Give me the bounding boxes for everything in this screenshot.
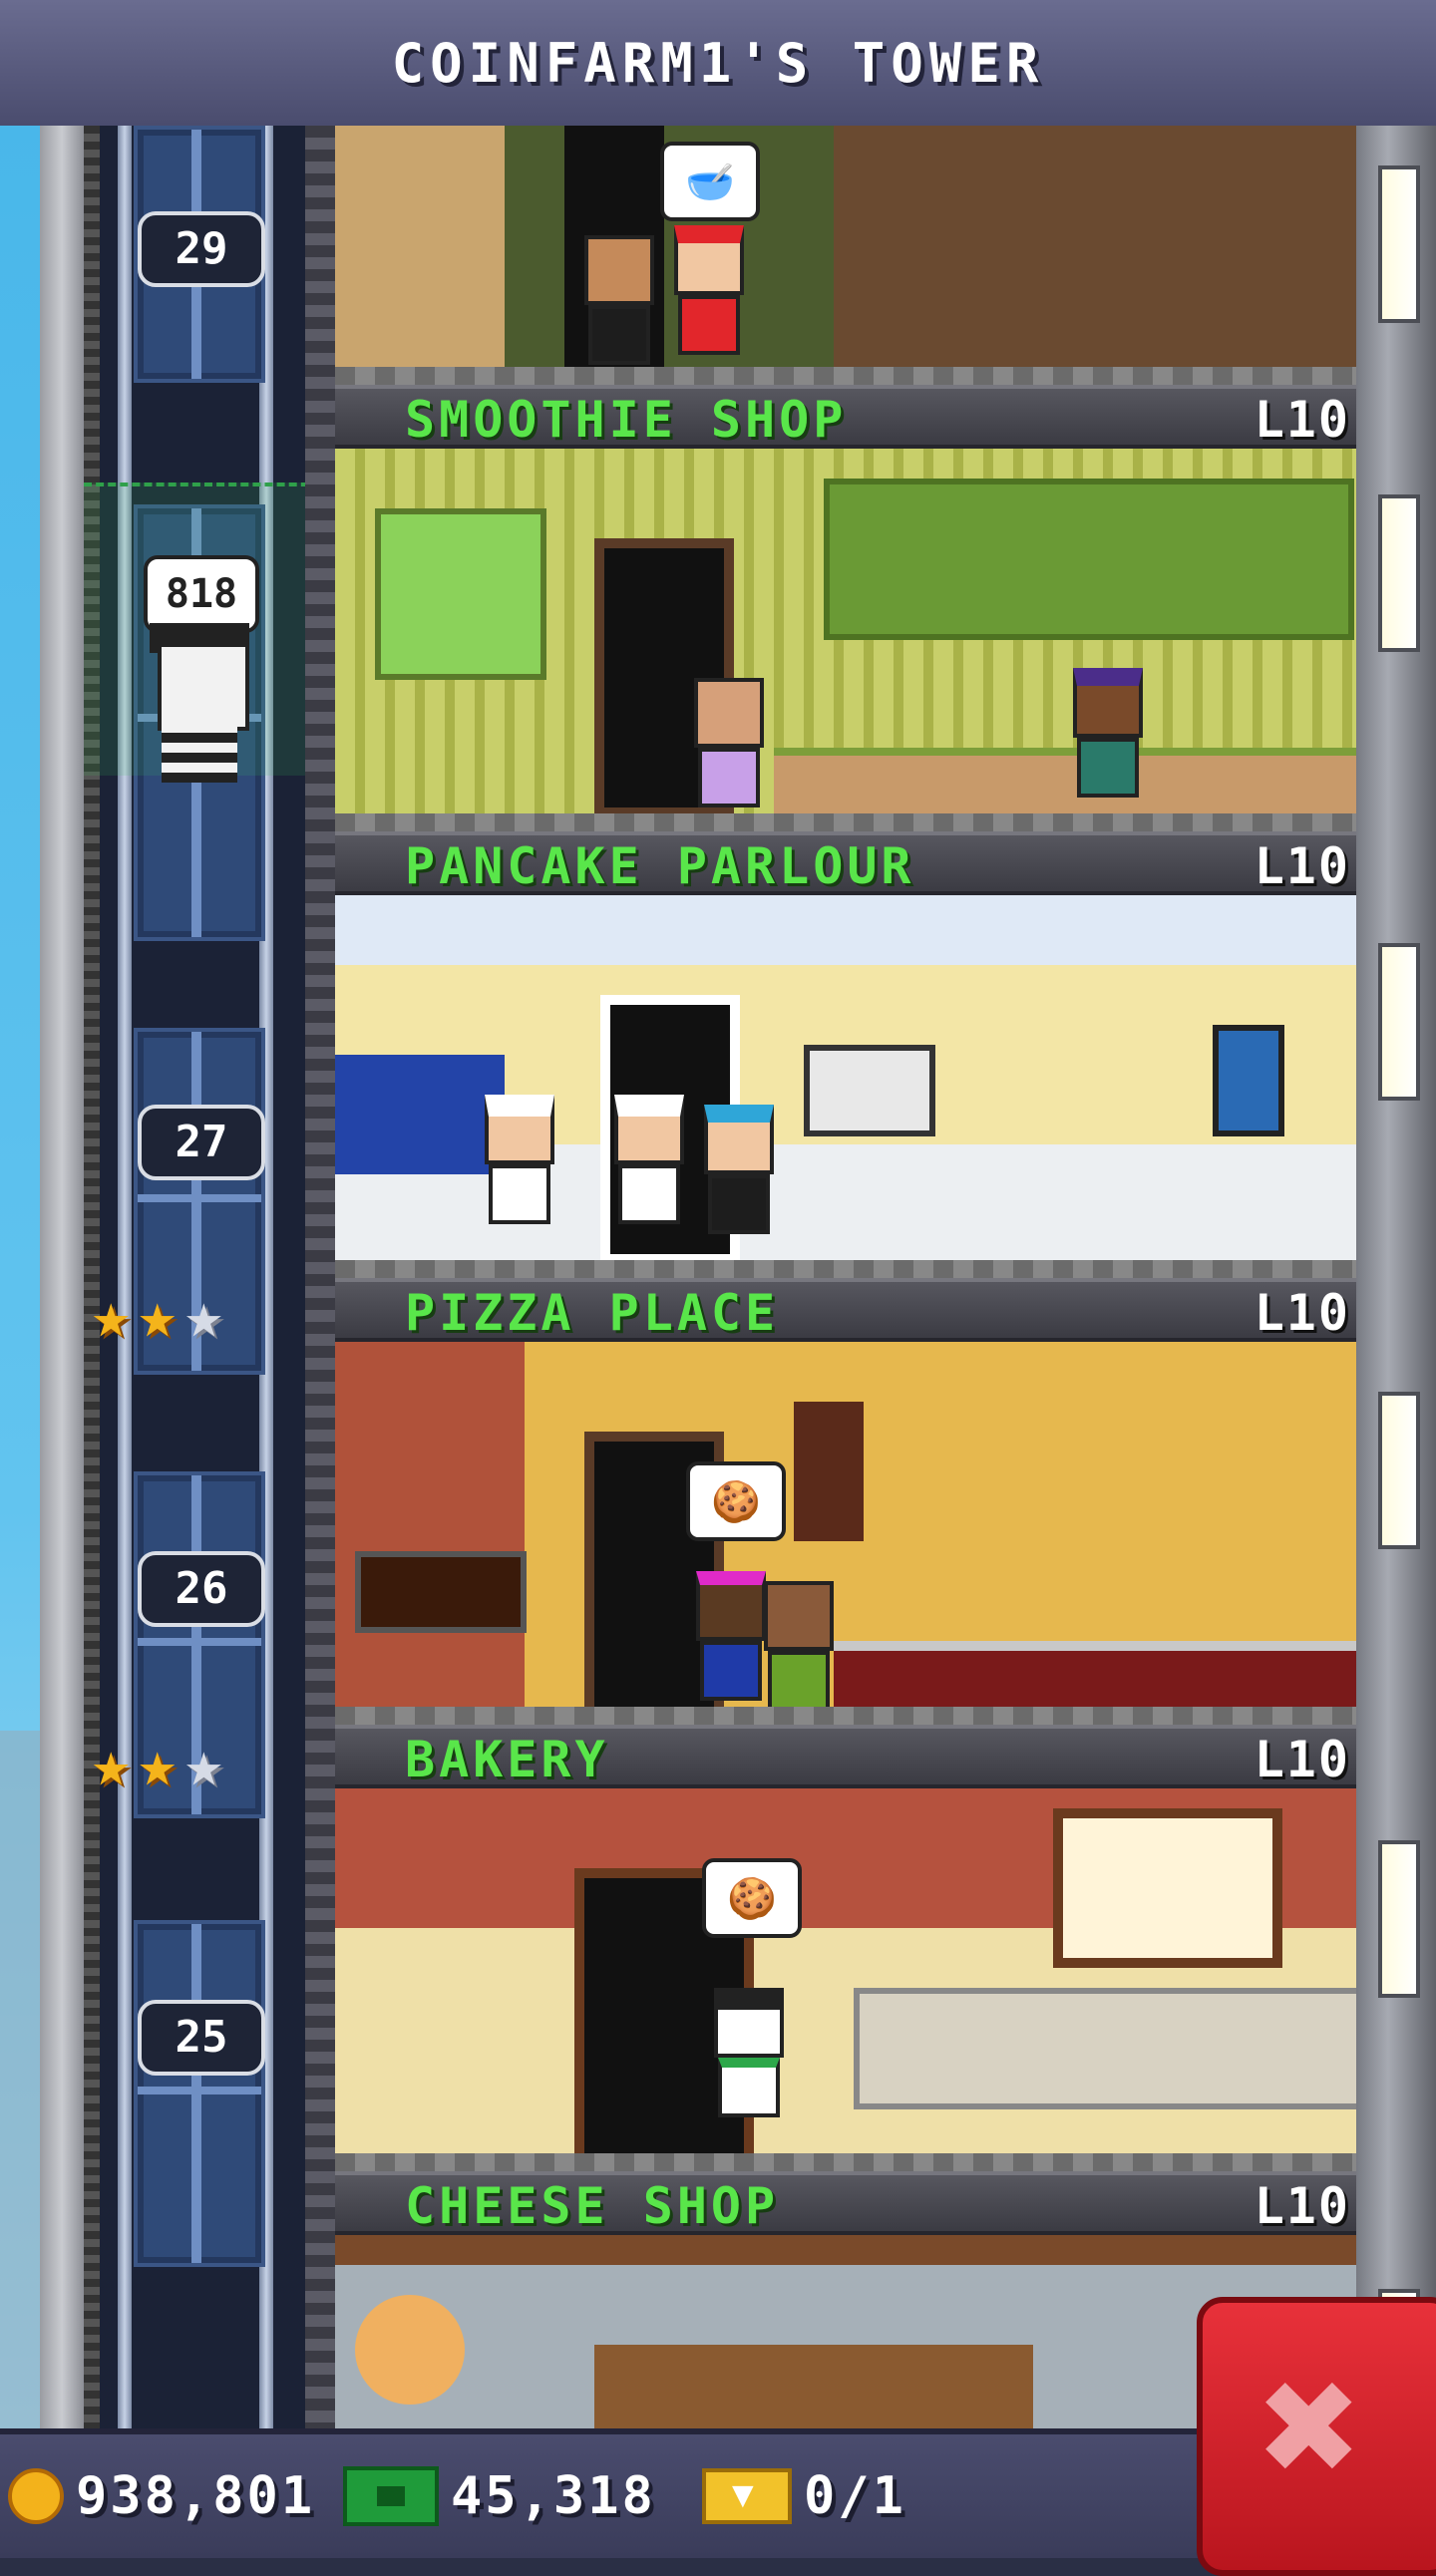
floor-label: PIZZA PLACE L10 [335,1278,1356,1342]
window [1378,494,1420,652]
display-case [854,1988,1356,2109]
customer[interactable] [696,1571,766,1701]
customer[interactable] [704,1105,774,1234]
floor-number-29: 29 [138,211,265,287]
floor-pancake-parlour[interactable]: PANCAKE PARLOUR L10 [335,831,1356,1278]
elevator-car-slot [134,1920,265,2267]
floor-label: BAKERY L10 [335,1725,1356,1788]
counter [834,1641,1356,1711]
silver-star-icon: ★ [184,1728,223,1801]
window [1378,165,1420,323]
floor-name: BAKERY [405,1731,609,1788]
tower-title: COINFARM1'S TOWER [391,31,1045,95]
floor-level: L10 [1254,2177,1350,2235]
coins-stat[interactable]: 938,801 [8,2460,315,2532]
tickets-value: 0/1 [804,2466,906,2526]
order-bubble: 🍪 [702,1858,802,1938]
gold-star-icon: ★ [138,1728,178,1801]
floor-number-27: 27 [138,1105,265,1180]
floor-name: PANCAKE PARLOUR [405,837,915,895]
floor-base [335,1707,1356,1725]
worker[interactable] [764,1581,834,1711]
worker[interactable] [614,1095,684,1224]
booth [335,1055,505,1174]
floor-pizza-place[interactable]: PIZZA PLACE L10 🍪 [335,1278,1356,1725]
shaft-rail-left [118,126,132,2428]
bux-stat[interactable]: 45,318 [343,2460,656,2532]
floor-29[interactable]: 🥣 [335,126,1356,385]
fruit-poster [375,508,546,680]
menu-board [794,1402,864,1541]
gold-star-icon: ★ [92,1728,131,1801]
wall-window [1213,1025,1284,1136]
order-bubble: 🥣 [660,142,760,221]
floor-level: L10 [1254,1731,1350,1788]
close-icon: ✖ [1259,2328,1363,2525]
floor-name: PIZZA PLACE [405,1284,780,1342]
floor-base [335,2153,1356,2171]
close-button[interactable]: ✖ [1197,2297,1436,2576]
order-bubble: 🍪 [686,1461,786,1541]
bux-value: 45,318 [451,2466,656,2526]
wall-picture [804,1045,935,1136]
customer[interactable] [584,235,654,365]
floor-level: L10 [1254,1284,1350,1342]
elevator-passenger[interactable]: 818 [140,543,259,783]
floor-label: SMOOTHIE SHOP L10 [335,385,1356,449]
bux-icon [343,2466,439,2526]
floor-name: CHEESE SHOP [405,2177,780,2235]
worker[interactable] [485,1095,554,1224]
floor-room: 🍪 [335,1788,1356,2171]
coins-value: 938,801 [76,2466,316,2526]
worker[interactable] [1073,668,1143,798]
shaft-edge [305,126,335,2428]
snowman-customer[interactable] [714,1988,784,2117]
passenger-body [162,723,237,783]
floor-room: 🍪 [335,1342,1356,1725]
floor-name: SMOOTHIE SHOP [405,391,848,449]
floor-bakery[interactable]: BAKERY L10 🍪 [335,1725,1356,2171]
passenger-head [158,643,249,731]
pizza-oven [355,1551,527,1633]
floor-room [335,895,1356,1278]
silver-star-icon: ★ [184,1279,223,1353]
customer[interactable] [694,678,764,807]
floor-smoothie-shop[interactable]: SMOOTHIE SHOP L10 [335,385,1356,831]
floor-level: L10 [1254,391,1350,449]
window [1378,943,1420,1101]
tickets-stat[interactable]: 0/1 [702,2460,906,2532]
window [1378,1392,1420,1549]
coin-icon [8,2468,64,2524]
title-bar: COINFARM1'S TOWER [0,0,1436,132]
floor-base [335,1260,1356,1278]
window [1378,1840,1420,1998]
distant-building [0,1731,44,2428]
floor-rating-stars: ★ ★ ★ [92,1733,223,1796]
elevator-shaft[interactable] [84,126,333,2428]
menu-board [1053,1808,1282,1968]
floor-number-26: 26 [138,1551,265,1627]
floor-room: 🥣 [335,126,1356,385]
cheese-counter [594,2345,1033,2428]
passenger-floor-bubble: 818 [144,555,259,633]
floor-level: L10 [1254,837,1350,895]
ticket-icon [702,2468,792,2524]
shaft-wall [40,126,84,2428]
worker[interactable] [674,225,744,355]
floor-base [335,367,1356,385]
floor-rating-stars: ★ ★ ★ [92,1284,223,1348]
floor-number-25: 25 [138,2000,265,2076]
floor-base [335,813,1356,831]
gold-star-icon: ★ [92,1279,131,1353]
cheese-wheel [355,2295,465,2405]
floor-label: PANCAKE PARLOUR L10 [335,831,1356,895]
shaft-cable-left [84,126,100,2428]
floor-room [335,449,1356,831]
floor-label: CHEESE SHOP L10 [335,2171,1356,2235]
tower-right-wall [1356,126,1436,2446]
gold-star-icon: ★ [138,1279,178,1353]
menu-board [824,479,1354,640]
